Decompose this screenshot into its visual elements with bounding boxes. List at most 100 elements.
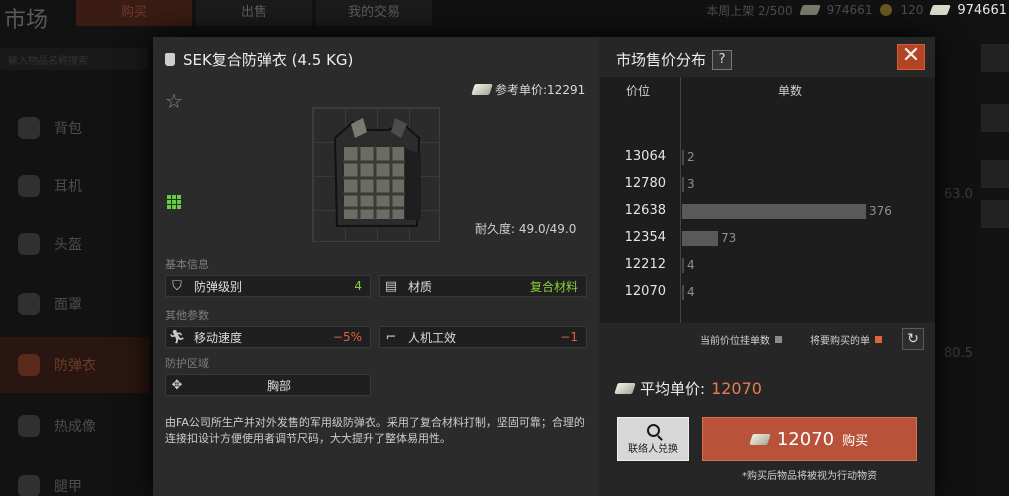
- tab-my-trades[interactable]: 我的交易: [316, 0, 432, 26]
- refresh-button[interactable]: ↻: [902, 328, 924, 350]
- search-input[interactable]: 输入物品名称搜索: [0, 48, 148, 70]
- mask-icon: [18, 293, 40, 315]
- price-level-label: 12212: [624, 257, 666, 272]
- stat-label: 移动速度: [194, 330, 243, 345]
- purchase-footnote: *购买后物品将被视为行动物资: [742, 471, 877, 482]
- column-header-count: 单数: [778, 84, 803, 98]
- material-icon: ▤: [384, 278, 398, 294]
- bg-side-button: [981, 44, 1009, 72]
- bg-listing-value: 80.5: [944, 346, 973, 361]
- pistol-icon: ⌐: [385, 329, 397, 345]
- cash-icon: [471, 84, 493, 95]
- stat-value: 胸部: [266, 378, 291, 393]
- item-name: SEK复合防弹衣 (4.5 KG): [183, 51, 354, 69]
- cash-icon: [798, 5, 821, 15]
- chart-bar: [682, 150, 684, 165]
- weekly-listing-count: 本周上架 2/500: [706, 3, 793, 18]
- item-detail-panel: SEK复合防弹衣 (4.5 KG) ☆ 参考单价:12291 耐久度: 49.0…: [153, 37, 598, 496]
- section-other-params: 其他参数: [165, 309, 209, 322]
- category-helmet[interactable]: 头盔: [0, 216, 150, 272]
- coin-icon: [880, 4, 893, 16]
- bar-count-label: 4: [687, 258, 695, 272]
- bg-listing-value: 63.0: [944, 187, 973, 202]
- stat-protection-zone: ✥ 胸部: [165, 374, 371, 396]
- reference-price: 参考单价:12291: [471, 81, 586, 98]
- shield-icon: ⛉: [172, 278, 182, 294]
- stat-label: 人机工效: [408, 330, 457, 345]
- legend-label: 当前价位挂单数: [700, 336, 770, 347]
- tab-sell[interactable]: 出售: [196, 0, 312, 26]
- category-mask[interactable]: 面罩: [0, 276, 150, 332]
- help-icon[interactable]: ?: [712, 49, 733, 70]
- bar-count-label: 2: [687, 150, 695, 164]
- bg-side-button: [981, 160, 1009, 188]
- cash-icon: [929, 5, 952, 15]
- bar-count-label: 376: [869, 204, 892, 218]
- backpack-icon: [18, 117, 40, 139]
- search-icon: [646, 423, 660, 437]
- category-label: 防弹衣: [54, 358, 96, 374]
- market-price-panel: 市场售价分布 ? ✕ 价位 单数 13064 2 12780 3 12638 376 123…: [600, 37, 935, 496]
- thermal-icon: [18, 415, 40, 437]
- bar-count-label: 4: [687, 285, 695, 299]
- headset-icon: [18, 175, 40, 197]
- contact-exchange-label: 联络人兑换: [628, 443, 678, 455]
- tab-buy[interactable]: 购买: [76, 0, 192, 26]
- cash-icon: [614, 383, 636, 394]
- legend-pending: 将要购买的单: [810, 332, 882, 347]
- market-title-text: 市场售价分布: [616, 51, 707, 69]
- grid-size-icon: [167, 195, 181, 209]
- stat-value: 4: [354, 279, 362, 293]
- price-level-label: 13064: [624, 149, 666, 164]
- legend-swatch-pending: [875, 336, 882, 343]
- average-price: 平均单价: 12070: [614, 378, 762, 399]
- bar-count-label: 3: [687, 177, 695, 191]
- contact-exchange-button[interactable]: 联络人兑换: [617, 417, 689, 461]
- price-level-label: 12070: [624, 284, 666, 299]
- money-balance: 974661: [957, 2, 1007, 18]
- coin-balance: 120: [900, 3, 924, 17]
- legend-label: 将要购买的单: [810, 336, 870, 347]
- legend-swatch-current: [775, 336, 782, 343]
- price-level-label: 12780: [624, 176, 666, 191]
- stat-label: 材质: [408, 279, 433, 294]
- item-title: SEK复合防弹衣 (4.5 KG): [165, 49, 353, 70]
- cash-icon: [749, 433, 771, 445]
- stat-value: −1: [560, 330, 578, 344]
- page-title: 市场: [4, 8, 49, 33]
- category-label: 面罩: [54, 297, 82, 313]
- buy-price: 12070: [776, 428, 835, 450]
- stat-value: 复合材料: [529, 279, 578, 294]
- category-body-armor[interactable]: 防弹衣: [0, 337, 150, 393]
- category-label: 热成像: [54, 419, 96, 435]
- buy-button[interactable]: 12070 购买: [702, 417, 917, 461]
- stat-label: 防弹级别: [194, 279, 243, 294]
- stat-material: ▤ 材质 复合材料: [379, 275, 587, 297]
- stat-armor-class: ⛉ 防弹级别 4: [165, 275, 371, 297]
- body-armor-icon: [333, 118, 421, 227]
- close-button[interactable]: ✕: [897, 44, 925, 70]
- section-basic-info: 基本信息: [165, 258, 209, 271]
- reference-price-text: 参考单价:12291: [495, 83, 586, 97]
- average-price-label: 平均单价:: [640, 380, 706, 398]
- price-distribution-chart: 价位 单数 13064 2 12780 3 12638 376 12354 73 12212 4 1…: [600, 77, 935, 323]
- helmet-icon: [18, 233, 40, 255]
- section-protection-zone: 防护区域: [165, 357, 209, 370]
- category-headset[interactable]: 耳机: [0, 158, 150, 214]
- chart-divider: [680, 77, 681, 323]
- category-backpack[interactable]: 背包: [0, 100, 150, 156]
- vest-icon: [18, 354, 40, 376]
- leg-armor-icon: [18, 475, 40, 496]
- market-title: 市场售价分布 ?: [616, 49, 733, 70]
- vest-icon: [165, 53, 175, 66]
- favorite-star-icon[interactable]: ☆: [165, 89, 183, 113]
- stat-value: −5%: [332, 330, 362, 344]
- category-leg-armor[interactable]: 腿甲: [0, 458, 150, 496]
- category-label: 腿甲: [54, 479, 82, 495]
- money-balance-dim: 974661: [826, 3, 873, 17]
- bg-side-button: [981, 200, 1009, 228]
- chart-bar: [682, 177, 684, 192]
- category-thermal[interactable]: 热成像: [0, 398, 150, 454]
- chart-bar: [682, 285, 684, 300]
- average-price-value: 12070: [711, 379, 762, 398]
